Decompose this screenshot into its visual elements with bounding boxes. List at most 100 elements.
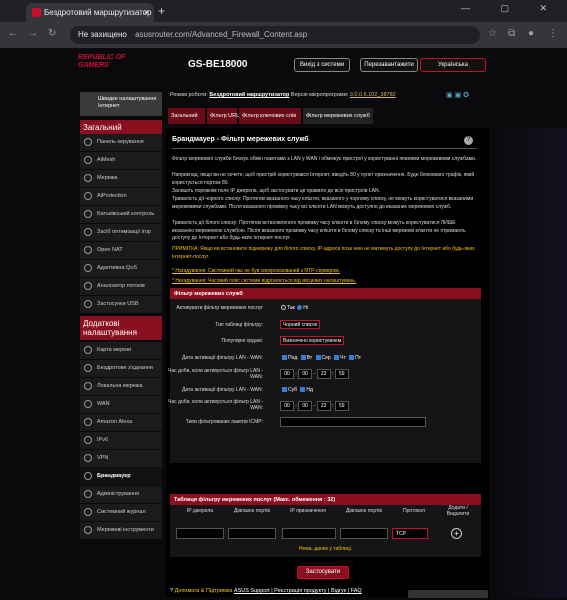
browser-tab[interactable]: Бездротовий маршрутизатор A × [26, 3, 154, 22]
url-field[interactable]: Не захищено asusrouter.com/Advanced_Fire… [70, 26, 480, 44]
sidebar-item-aiprotection[interactable]: AiProtection [80, 188, 162, 205]
firewall-icon [84, 472, 92, 480]
time-min-end[interactable]: 59 [334, 401, 349, 411]
fw-version-link[interactable]: 3.0.0.6.102_38782 [350, 92, 396, 98]
table-type-select[interactable]: Чорний список [280, 320, 321, 329]
time2-fields: 00 : 00 - 23 : 59 [280, 401, 349, 411]
sidebar-item-parental[interactable]: Батьківський контроль [80, 206, 162, 223]
tab-keyword-filter[interactable]: Фільтр ключових слів [239, 108, 301, 124]
footer-search-input[interactable] [408, 590, 488, 598]
tab-network-services-filter[interactable]: Фільтр мережевих служб [303, 108, 373, 124]
usb-status-icon[interactable]: ▣ [455, 92, 462, 99]
sidebar-item-wan[interactable]: WAN [80, 396, 162, 413]
dest-ip-input[interactable] [282, 528, 336, 539]
sidebar-item-label: Локальна мережа [97, 383, 143, 389]
sidebar-item-dashboard[interactable]: Панель керування [80, 134, 162, 151]
day-checkbox[interactable] [282, 355, 287, 361]
logout-button[interactable]: Вихід з системи [294, 58, 350, 72]
sidebar-item-ipv6[interactable]: IPv6 [80, 432, 162, 449]
sidebar-item-network[interactable]: Мережа [80, 170, 162, 187]
map-icon [84, 346, 92, 354]
sidebar-item-traffic[interactable]: Аналізатор потоків [80, 278, 162, 295]
enable-no-radio[interactable] [297, 305, 303, 311]
time-hour-start[interactable]: 00 [280, 369, 294, 379]
time2-label: Час доби, коли активується фільтр LAN - … [168, 399, 263, 411]
language-select[interactable]: Українська [420, 58, 486, 72]
port-range-input[interactable] [228, 528, 276, 539]
enable-yes-radio[interactable] [281, 305, 286, 311]
window-controls[interactable]: — ▢ ✕ [461, 3, 561, 14]
time-min-end[interactable]: 59 [334, 369, 349, 379]
source-ip-input[interactable] [176, 528, 224, 539]
ntp-warning-link[interactable]: * Нагадування: Системний час не був синх… [172, 268, 340, 274]
close-tab-icon[interactable]: × [144, 7, 149, 17]
time-hour-end[interactable]: 23 [316, 401, 331, 411]
sidebar-item-alexa[interactable]: Amazon Alexa [80, 414, 162, 431]
protocols-select[interactable]: Визначено користувачем [280, 336, 345, 345]
content-panel: Брандмауер - Фільтр мережевих служб ? Фі… [166, 128, 489, 597]
help-support-label[interactable]: Допомога & Підтримка [175, 588, 233, 594]
menu-icon[interactable]: ⋮ [548, 28, 558, 39]
add-rule-button[interactable]: + [451, 528, 462, 539]
extensions-icon[interactable]: ⧉ [508, 28, 515, 39]
help-icon[interactable]: ? [464, 136, 473, 145]
icmp-input[interactable] [280, 417, 426, 427]
sidebar-item-administration[interactable]: Адміністрування [80, 486, 162, 503]
icmp-label: Типи фільтрованих пакетів ICMP: [185, 419, 263, 425]
time-hour-end[interactable]: 23 [316, 369, 331, 379]
day-checkbox[interactable] [334, 355, 340, 361]
day-checkbox[interactable] [300, 387, 306, 393]
time-hour-start[interactable]: 00 [280, 401, 294, 411]
dashboard-icon [84, 138, 92, 146]
sidebar-item-label: Бездротове з'єднання [97, 365, 153, 371]
sidebar-item-qos[interactable]: Адаптивна QoS [80, 260, 162, 277]
sidebar-item-wireless[interactable]: Бездротове з'єднання [80, 360, 162, 377]
mode-value-link[interactable]: Бездротовий маршрутизатор [209, 92, 289, 98]
dest-port-range-input[interactable] [340, 528, 388, 539]
day-checkbox[interactable] [315, 355, 321, 361]
reload-icon[interactable]: ↻ [48, 28, 56, 39]
sidebar-item-network-map[interactable]: Карта мережі [80, 342, 162, 359]
title-divider [172, 148, 477, 149]
sidebar-item-usb[interactable]: Застосунки USB [80, 296, 162, 313]
forward-icon[interactable]: → [28, 28, 38, 39]
quick-setup-item[interactable]: Швидке налаштування Інтернет [80, 92, 162, 116]
sidebar-item-game-boost[interactable]: Засіб оптимізації ігор [80, 224, 162, 241]
tab-url-filter[interactable]: Фільтр URL [207, 108, 239, 124]
day-checkbox[interactable] [349, 355, 355, 361]
day-label: Суб [288, 387, 298, 393]
vpn-icon [84, 454, 92, 462]
back-icon[interactable]: ← [8, 28, 18, 39]
alert-status-icon[interactable]: ✪ [463, 92, 469, 99]
day-checkbox[interactable] [300, 355, 306, 361]
new-tab-icon[interactable]: + [158, 4, 165, 18]
protocol-select[interactable]: TCP [392, 528, 428, 539]
day-checkbox[interactable] [282, 387, 287, 393]
table-type-label: Тип таблиці фільтру: [215, 322, 263, 328]
day-label: Нд [306, 387, 313, 393]
sidebar-item-label: Карта мережі [97, 347, 132, 353]
sidebar-item-open-nat[interactable]: Open NAT [80, 242, 162, 259]
sidebar-item-label: WAN [97, 401, 110, 407]
apply-button[interactable]: Застосувати [297, 566, 349, 579]
tab-general[interactable]: Загальний [168, 108, 205, 124]
decorative-background [495, 128, 567, 598]
timezone-warning-link[interactable]: * Нагадування: Часовий пояс системи відр… [172, 278, 356, 284]
footer-links[interactable]: ASUS Support | Реєстрація продукту | Від… [234, 588, 362, 594]
sidebar-item-firewall[interactable]: Брандмауер [80, 468, 162, 485]
enable-label: Активувати фільтр мережевих послуг [176, 305, 263, 311]
sidebar-item-vpn[interactable]: VPN [80, 450, 162, 467]
protocols-field: Визначено користувачем [280, 336, 345, 345]
reboot-button[interactable]: Перезавантажити [360, 58, 418, 72]
time-min-start[interactable]: 00 [298, 369, 313, 379]
insecure-label[interactable]: Не захищено [78, 30, 127, 39]
day-label: Вт [306, 355, 313, 361]
sidebar-item-lan[interactable]: Локальна мережа [80, 378, 162, 395]
profile-icon[interactable]: ● [528, 28, 534, 39]
sidebar-item-syslog[interactable]: Системний журнал [80, 504, 162, 521]
sidebar-item-aimesh[interactable]: AiMesh [80, 152, 162, 169]
wifi-status-icon[interactable]: ▣ [446, 92, 453, 99]
time-min-start[interactable]: 00 [298, 401, 313, 411]
sidebar-item-network-tools[interactable]: Мережеві інструменти [80, 522, 162, 539]
bookmark-star-icon[interactable]: ☆ [488, 28, 497, 39]
